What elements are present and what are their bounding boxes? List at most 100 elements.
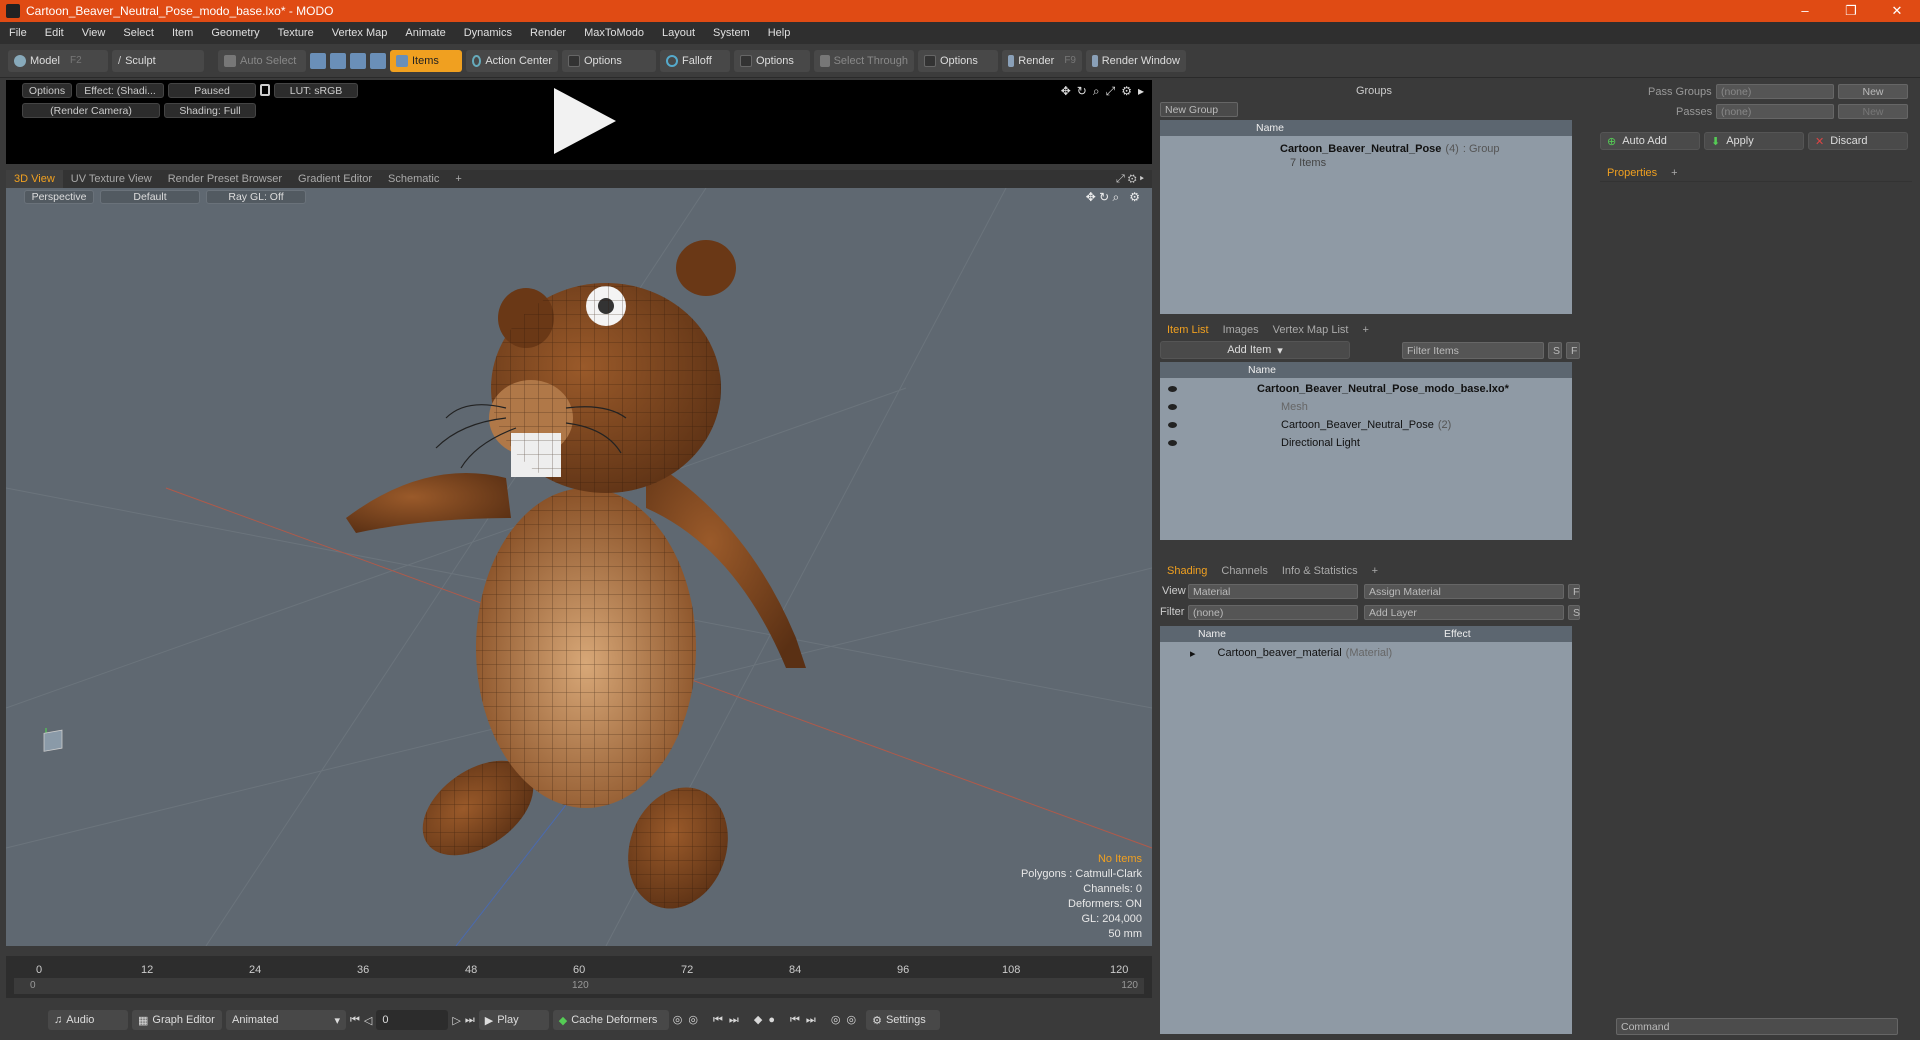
preview-paused-button[interactable]: Paused — [168, 83, 256, 98]
add-tab-button[interactable]: + — [447, 170, 469, 188]
timeline-range-bar[interactable]: 0 120 120 — [14, 978, 1144, 994]
tab-uv-texture-view[interactable]: UV Texture View — [63, 170, 160, 188]
raygl-dropdown[interactable]: Ray GL: Off — [206, 190, 306, 204]
menu-dynamics[interactable]: Dynamics — [455, 27, 521, 39]
next-frame-icon[interactable]: ▷ — [452, 1014, 460, 1027]
tab-gradient-editor[interactable]: Gradient Editor — [290, 170, 380, 188]
falloff-options-button[interactable]: Options — [734, 49, 810, 72]
zoom-icon[interactable]: ⌕ — [1093, 84, 1100, 99]
assign-material-button[interactable]: Assign Material — [1364, 584, 1564, 599]
auto-add-button[interactable]: ⊕ Auto Add — [1600, 132, 1700, 150]
shading-dropdown[interactable]: Shading: Full — [164, 103, 256, 118]
gear-icon[interactable]: ⚙ — [1121, 84, 1132, 99]
timeline[interactable]: 0 12 24 36 48 60 72 84 96 108 120 0 120 … — [6, 956, 1152, 998]
materials-mode-icon[interactable] — [370, 52, 386, 69]
select-through-options-button[interactable]: Options — [918, 49, 998, 72]
graph-editor-button[interactable]: ▦ Graph Editor — [132, 1010, 222, 1030]
eye-icon[interactable] — [1168, 422, 1177, 428]
last-frame-icon[interactable]: ⏭ — [465, 1014, 475, 1027]
menu-file[interactable]: File — [0, 27, 36, 39]
command-input[interactable]: Command — [1616, 1018, 1898, 1035]
settings-button[interactable]: ⚙ Settings — [866, 1010, 941, 1030]
play-button[interactable]: ▶ Play — [478, 1010, 549, 1030]
3d-viewport[interactable]: Perspective Default Ray GL: Off ✥ ↻ ⌕ ⚙ … — [6, 188, 1152, 946]
item-f-button[interactable]: F — [1566, 342, 1580, 359]
eye-icon[interactable] — [1168, 404, 1177, 410]
eye-icon[interactable] — [1168, 440, 1177, 446]
edges-mode-icon[interactable] — [330, 52, 346, 69]
tab-schematic[interactable]: Schematic — [380, 170, 447, 188]
list-item[interactable]: Directional Light — [1160, 434, 1572, 452]
menu-layout[interactable]: Layout — [653, 27, 704, 39]
play-icon[interactable] — [554, 88, 616, 154]
tab-3d-view[interactable]: 3D View — [6, 170, 63, 188]
key-tools-icons[interactable]: ◎◎ ⏮⏭ ◆● ⏮⏭ ◎◎ — [673, 1013, 862, 1027]
item-s-button[interactable]: S — [1548, 342, 1562, 359]
tab-item-list[interactable]: Item List — [1160, 324, 1216, 336]
pass-groups-dropdown[interactable]: (none) — [1716, 84, 1834, 99]
menu-animate[interactable]: Animate — [396, 27, 454, 39]
menu-edit[interactable]: Edit — [36, 27, 73, 39]
menu-render[interactable]: Render — [521, 27, 575, 39]
material-row[interactable]: ▸ Cartoon_beaver_material (Material) — [1160, 644, 1572, 662]
falloff-button[interactable]: Falloff — [660, 49, 730, 72]
tab-vertex-map-list[interactable]: Vertex Map List — [1266, 324, 1356, 336]
menu-select[interactable]: Select — [114, 27, 163, 39]
discard-button[interactable]: ✕ Discard — [1808, 132, 1908, 150]
preview-effect-dropdown[interactable]: Effect: (Shadi... — [76, 83, 164, 98]
add-tab-button[interactable]: + — [1664, 167, 1684, 179]
shading-f-button[interactable]: F — [1568, 584, 1580, 599]
add-item-button[interactable]: Add Item ▾ — [1160, 341, 1350, 359]
move-icon[interactable]: ✥ — [1061, 84, 1071, 99]
tab-images[interactable]: Images — [1216, 324, 1266, 336]
maximize-button[interactable]: ❐ — [1828, 3, 1874, 19]
expand-icon[interactable]: ▸ — [1190, 647, 1196, 660]
menu-maxtomodo[interactable]: MaxToModo — [575, 27, 653, 39]
default-style-dropdown[interactable]: Default — [100, 190, 200, 204]
audio-button[interactable]: ♫ Audio — [48, 1010, 128, 1030]
render-camera-dropdown[interactable]: (Render Camera) — [22, 103, 160, 118]
tab-shading[interactable]: Shading — [1160, 565, 1214, 577]
action-center-options-button[interactable]: Options — [562, 49, 656, 72]
filter-items-input[interactable]: Filter Items — [1402, 342, 1544, 359]
render-window-button[interactable]: Render Window — [1086, 49, 1186, 72]
close-button[interactable]: ✕ — [1874, 3, 1920, 19]
eye-icon[interactable] — [1168, 386, 1177, 392]
menu-geometry[interactable]: Geometry — [202, 27, 268, 39]
apply-button[interactable]: ⬇ Apply — [1704, 132, 1804, 150]
list-item[interactable]: Cartoon_Beaver_Neutral_Pose (2) — [1160, 416, 1572, 434]
animated-dropdown[interactable]: Animated ▾ — [226, 1010, 346, 1030]
menu-help[interactable]: Help — [759, 27, 800, 39]
shading-s-button[interactable]: S — [1568, 605, 1580, 620]
menu-system[interactable]: System — [704, 27, 759, 39]
render-button[interactable]: Render F9 — [1002, 49, 1082, 72]
vertices-mode-icon[interactable] — [310, 52, 326, 69]
list-item[interactable]: Cartoon_Beaver_Neutral_Pose_modo_base.lx… — [1160, 380, 1572, 398]
lut-dropdown[interactable]: LUT: sRGB — [274, 83, 358, 98]
new-pass-group-button[interactable]: New — [1838, 84, 1908, 99]
select-through-button[interactable]: Select Through — [814, 49, 914, 72]
add-layer-dropdown[interactable]: Add Layer — [1364, 605, 1564, 620]
gear-icon[interactable]: ⤢ ⚙ ▸ — [1116, 173, 1152, 186]
action-center-button[interactable]: Action Center — [466, 49, 558, 72]
tab-info-statistics[interactable]: Info & Statistics — [1275, 565, 1365, 577]
new-group-button[interactable]: New Group — [1160, 102, 1238, 117]
view-dropdown[interactable]: Material — [1188, 584, 1358, 599]
rotate-icon[interactable]: ↻ — [1077, 84, 1087, 99]
model-mode-button[interactable]: Model F2 — [8, 49, 108, 72]
filter-dropdown[interactable]: (none) — [1188, 605, 1358, 620]
sculpt-mode-button[interactable]: / Sculpt — [112, 49, 204, 72]
arrow-right-icon[interactable]: ▸ — [1138, 84, 1144, 99]
fit-icon[interactable]: ⤢ — [1106, 84, 1116, 99]
perspective-dropdown[interactable]: Perspective — [24, 190, 94, 204]
auto-select-button[interactable]: Auto Select — [218, 49, 306, 72]
menu-texture[interactable]: Texture — [269, 27, 323, 39]
viewport-nav-icons[interactable]: ✥ ↻ ⌕ ⚙ — [1086, 190, 1152, 205]
cache-deformers-button[interactable]: ◆ Cache Deformers — [552, 1010, 669, 1030]
items-mode-button[interactable]: Items — [390, 49, 462, 72]
frame-input[interactable]: 0 — [376, 1010, 449, 1030]
menu-vertex-map[interactable]: Vertex Map — [323, 27, 397, 39]
passes-dropdown[interactable]: (none) — [1716, 104, 1834, 119]
tab-properties[interactable]: Properties — [1600, 167, 1664, 179]
minimize-button[interactable]: – — [1782, 3, 1828, 19]
